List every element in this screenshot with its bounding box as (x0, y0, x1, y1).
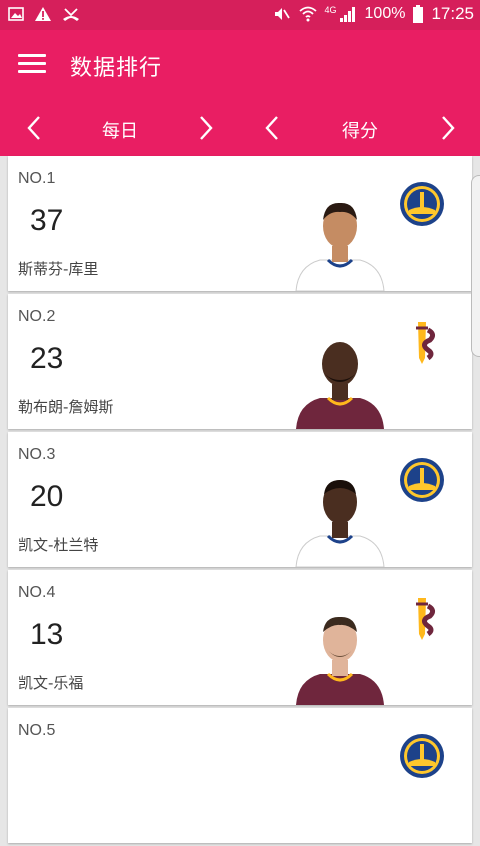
warriors-logo-icon (400, 458, 444, 502)
rank-label: NO.4 (18, 584, 56, 601)
score-value: 23 (30, 342, 64, 375)
score-value: 20 (30, 480, 64, 513)
image-icon (8, 7, 24, 21)
scrollbar[interactable] (471, 175, 480, 357)
rank-label: NO.1 (18, 170, 56, 187)
score-value: 13 (30, 618, 64, 651)
ranking-card[interactable]: NO.1 37 斯蒂芬-库里 (8, 156, 472, 291)
rank-label: NO.5 (18, 722, 56, 739)
status-bar: 4G 100% 17:25 (0, 0, 480, 30)
cavaliers-logo-icon (416, 322, 436, 364)
player-name: 斯蒂芬-库里 (18, 260, 99, 278)
app-bar: 数据排行 (0, 30, 480, 100)
ranking-list: NO.1 37 斯蒂芬-库里 NO.2 23 勒布朗-詹姆斯 NO.3 20 凯… (8, 156, 472, 846)
ranking-card[interactable]: NO.3 20 凯文-杜兰特 (8, 432, 472, 567)
player-name: 勒布朗-詹姆斯 (18, 398, 114, 416)
clock: 17:25 (431, 4, 474, 23)
stat-label: 得分 (342, 121, 378, 142)
warning-icon (35, 7, 51, 21)
ranking-card[interactable]: NO.4 13 凯文-乐福 (8, 570, 472, 705)
ranking-card[interactable]: NO.5 (8, 708, 472, 843)
rank-label: NO.2 (18, 308, 56, 325)
warriors-logo-icon (400, 734, 444, 778)
page-title: 数据排行 (70, 56, 163, 81)
player-photo (296, 342, 384, 429)
battery-icon (413, 5, 424, 23)
player-photo (295, 480, 385, 567)
network-type-label: 4G (324, 5, 337, 15)
battery-percent: 100% (364, 5, 406, 22)
menu-icon[interactable] (18, 54, 46, 76)
cavaliers-logo-icon (416, 598, 436, 640)
player-photo (295, 202, 385, 291)
wifi-icon (298, 6, 317, 22)
score-value: 37 (30, 204, 64, 237)
rank-label: NO.3 (18, 446, 56, 463)
signal-icon (339, 7, 355, 22)
period-label: 每日 (102, 121, 138, 142)
missed-call-icon (63, 8, 79, 21)
ranking-card[interactable]: NO.2 23 勒布朗-詹姆斯 (8, 294, 472, 429)
stat-next-button[interactable] (432, 113, 462, 143)
period-prev-button[interactable] (20, 113, 50, 143)
player-name: 凯文-乐福 (18, 674, 84, 692)
player-name: 凯文-杜兰特 (18, 536, 99, 554)
period-next-button[interactable] (190, 113, 220, 143)
mute-icon (274, 8, 290, 20)
filter-bar: 每日 得分 (0, 100, 480, 156)
warriors-logo-icon (400, 182, 444, 226)
stat-prev-button[interactable] (258, 113, 288, 143)
player-photo (296, 616, 384, 705)
